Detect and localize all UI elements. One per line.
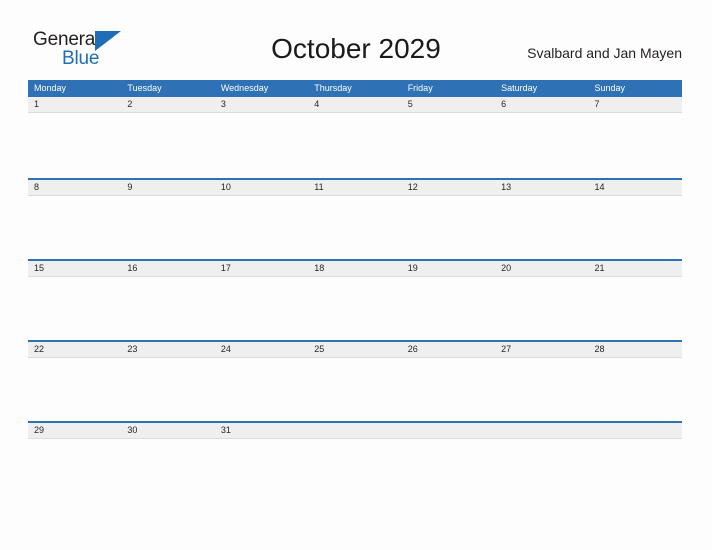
day-cell-body[interactable]	[589, 358, 682, 421]
day-cell-date[interactable]: 27	[495, 342, 588, 357]
day-cell-date[interactable]: 3	[215, 97, 308, 112]
day-cell-body[interactable]	[121, 113, 214, 176]
day-cell-date[interactable]	[495, 423, 588, 438]
week-row: 1 2 3 4 5 6 7	[28, 97, 682, 178]
day-cell-date[interactable]: 24	[215, 342, 308, 357]
day-cell-body[interactable]	[215, 439, 308, 502]
calendar-grid: Monday Tuesday Wednesday Thursday Friday…	[28, 80, 682, 502]
day-cell-date[interactable]: 6	[495, 97, 588, 112]
week-date-band: 29 30 31	[28, 421, 682, 439]
day-cell-date[interactable]: 31	[215, 423, 308, 438]
day-cell-body[interactable]	[495, 277, 588, 340]
day-cell-body[interactable]	[589, 439, 682, 502]
day-cell-body[interactable]	[402, 277, 495, 340]
day-cell-body[interactable]	[121, 196, 214, 259]
day-cell-body[interactable]	[308, 277, 401, 340]
day-cell-date[interactable]: 13	[495, 180, 588, 195]
day-cell-body[interactable]	[589, 277, 682, 340]
day-cell-body[interactable]	[121, 439, 214, 502]
weekday-header-saturday: Saturday	[501, 83, 538, 93]
day-cell-body[interactable]	[402, 439, 495, 502]
day-cell-body[interactable]	[28, 113, 121, 176]
day-cell-date[interactable]: 30	[121, 423, 214, 438]
day-cell-body[interactable]	[215, 277, 308, 340]
day-cell-date[interactable]: 10	[215, 180, 308, 195]
day-cell-body[interactable]	[308, 113, 401, 176]
day-cell-date[interactable]: 20	[495, 261, 588, 276]
day-cell-body[interactable]	[495, 113, 588, 176]
day-cell-date[interactable]	[402, 423, 495, 438]
region-label: Svalbard and Jan Mayen	[527, 45, 682, 61]
week-date-band: 22 23 24 25 26 27 28	[28, 340, 682, 358]
day-cell-date[interactable]: 8	[28, 180, 121, 195]
day-cell-date[interactable]	[589, 423, 682, 438]
day-cell-body[interactable]	[28, 277, 121, 340]
day-cell-body[interactable]	[589, 113, 682, 176]
day-cell-body[interactable]	[402, 113, 495, 176]
day-cell-date[interactable]: 15	[28, 261, 121, 276]
day-cell-body[interactable]	[402, 196, 495, 259]
weekday-header-wednesday: Wednesday	[220, 83, 269, 93]
weekday-header-monday: Monday	[34, 83, 67, 93]
day-cell-date[interactable]: 18	[308, 261, 401, 276]
week-body	[28, 113, 682, 176]
day-cell-date[interactable]: 23	[121, 342, 214, 357]
page-header: General Blue October 2029 Svalbard and J…	[0, 0, 712, 78]
day-cell-date[interactable]: 22	[28, 342, 121, 357]
day-cell-date[interactable]: 12	[402, 180, 495, 195]
day-cell-body[interactable]	[308, 439, 401, 502]
day-cell-date[interactable]: 14	[589, 180, 682, 195]
weekday-header-sunday: Sunday	[594, 83, 626, 93]
day-cell-date[interactable]: 29	[28, 423, 121, 438]
week-body	[28, 358, 682, 421]
day-cell-date[interactable]: 17	[215, 261, 308, 276]
day-cell-body[interactable]	[308, 196, 401, 259]
day-cell-body[interactable]	[308, 358, 401, 421]
day-cell-body[interactable]	[402, 358, 495, 421]
week-body	[28, 277, 682, 340]
week-row: 22 23 24 25 26 27 28	[28, 340, 682, 421]
week-date-band: 8 9 10 11 12 13 14	[28, 178, 682, 196]
week-row: 15 16 17 18 19 20 21	[28, 259, 682, 340]
day-cell-date[interactable]: 25	[308, 342, 401, 357]
day-cell-date[interactable]: 9	[121, 180, 214, 195]
day-cell-date[interactable]: 19	[402, 261, 495, 276]
day-cell-date[interactable]: 7	[589, 97, 682, 112]
day-cell-body[interactable]	[215, 196, 308, 259]
day-cell-body[interactable]	[215, 358, 308, 421]
day-cell-date[interactable]: 26	[402, 342, 495, 357]
weekday-header-tuesday: Tuesday	[127, 83, 162, 93]
day-cell-body[interactable]	[215, 113, 308, 176]
week-body	[28, 196, 682, 259]
day-cell-body[interactable]	[28, 196, 121, 259]
weekday-header-friday: Friday	[407, 83, 433, 93]
day-cell-date[interactable]: 21	[589, 261, 682, 276]
day-cell-body[interactable]	[495, 439, 588, 502]
week-row: 29 30 31	[28, 421, 682, 502]
day-cell-body[interactable]	[28, 439, 121, 502]
day-cell-date[interactable]: 5	[402, 97, 495, 112]
week-date-band: 15 16 17 18 19 20 21	[28, 259, 682, 277]
weekday-header-row: Monday Tuesday Wednesday Thursday Friday…	[28, 80, 682, 97]
day-cell-body[interactable]	[28, 358, 121, 421]
day-cell-date[interactable]: 11	[308, 180, 401, 195]
day-cell-date[interactable]	[308, 423, 401, 438]
week-body	[28, 439, 682, 502]
day-cell-date[interactable]: 16	[121, 261, 214, 276]
day-cell-body[interactable]	[121, 277, 214, 340]
day-cell-date[interactable]: 1	[28, 97, 121, 112]
day-cell-body[interactable]	[589, 196, 682, 259]
day-cell-body[interactable]	[121, 358, 214, 421]
day-cell-body[interactable]	[495, 358, 588, 421]
day-cell-date[interactable]: 4	[308, 97, 401, 112]
day-cell-date[interactable]: 28	[589, 342, 682, 357]
week-row: 8 9 10 11 12 13 14	[28, 178, 682, 259]
weekday-header-thursday: Thursday	[314, 83, 352, 93]
day-cell-date[interactable]: 2	[121, 97, 214, 112]
week-date-band: 1 2 3 4 5 6 7	[28, 97, 682, 113]
day-cell-body[interactable]	[495, 196, 588, 259]
